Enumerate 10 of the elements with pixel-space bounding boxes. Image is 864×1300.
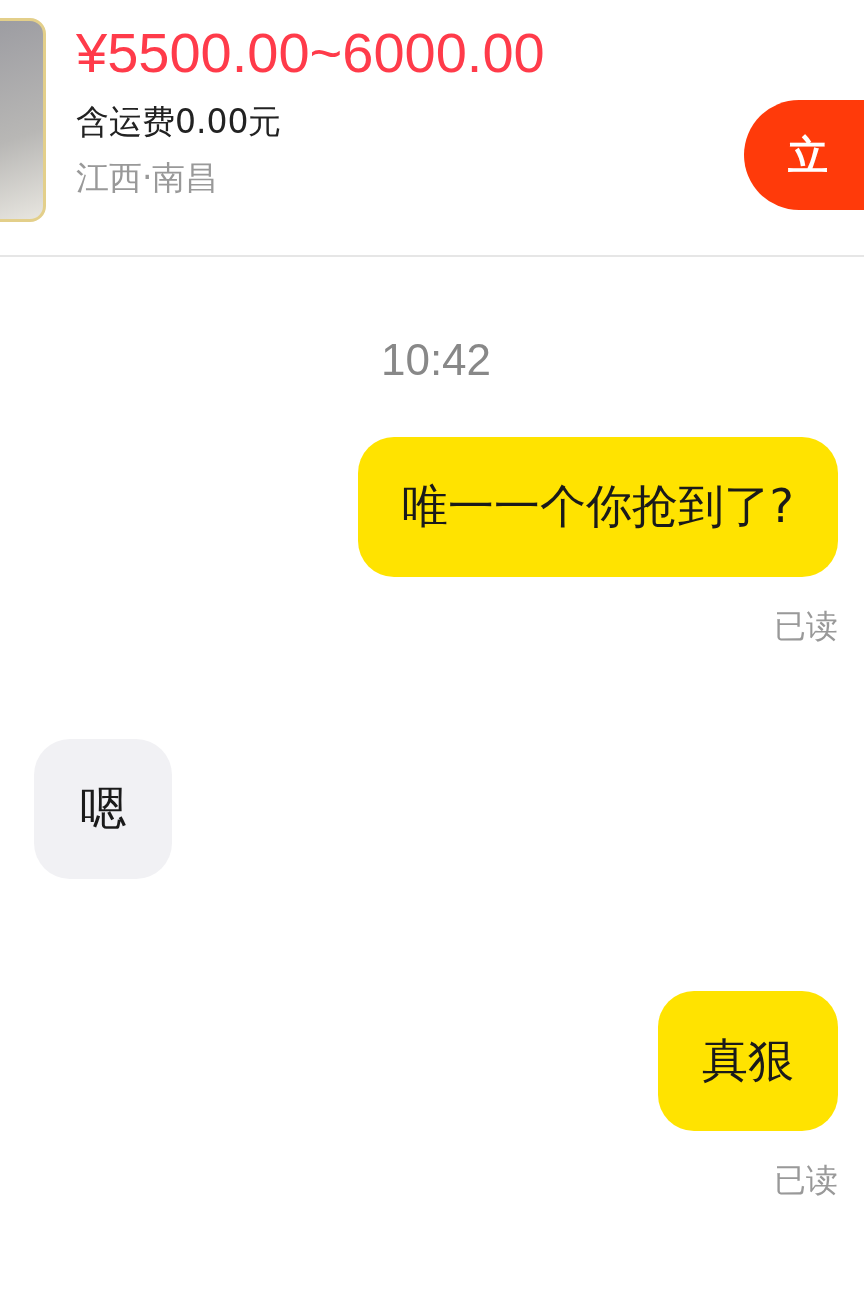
sent-message-bubble: 唯一一个你抢到了?	[357, 437, 838, 577]
received-message-bubble: 嗯	[34, 739, 172, 879]
shipping-fee: 含运费0.00元	[76, 101, 283, 143]
read-status: 已读	[774, 1160, 838, 1201]
location: 江西·南昌	[76, 157, 220, 199]
read-status: 已读	[774, 606, 838, 647]
sent-message-bubble: 真狠	[658, 991, 838, 1131]
buy-button[interactable]: 立	[744, 100, 864, 210]
timestamp: 10:42	[380, 335, 492, 385]
price-range: ¥5500.00~6000.00	[76, 20, 545, 86]
